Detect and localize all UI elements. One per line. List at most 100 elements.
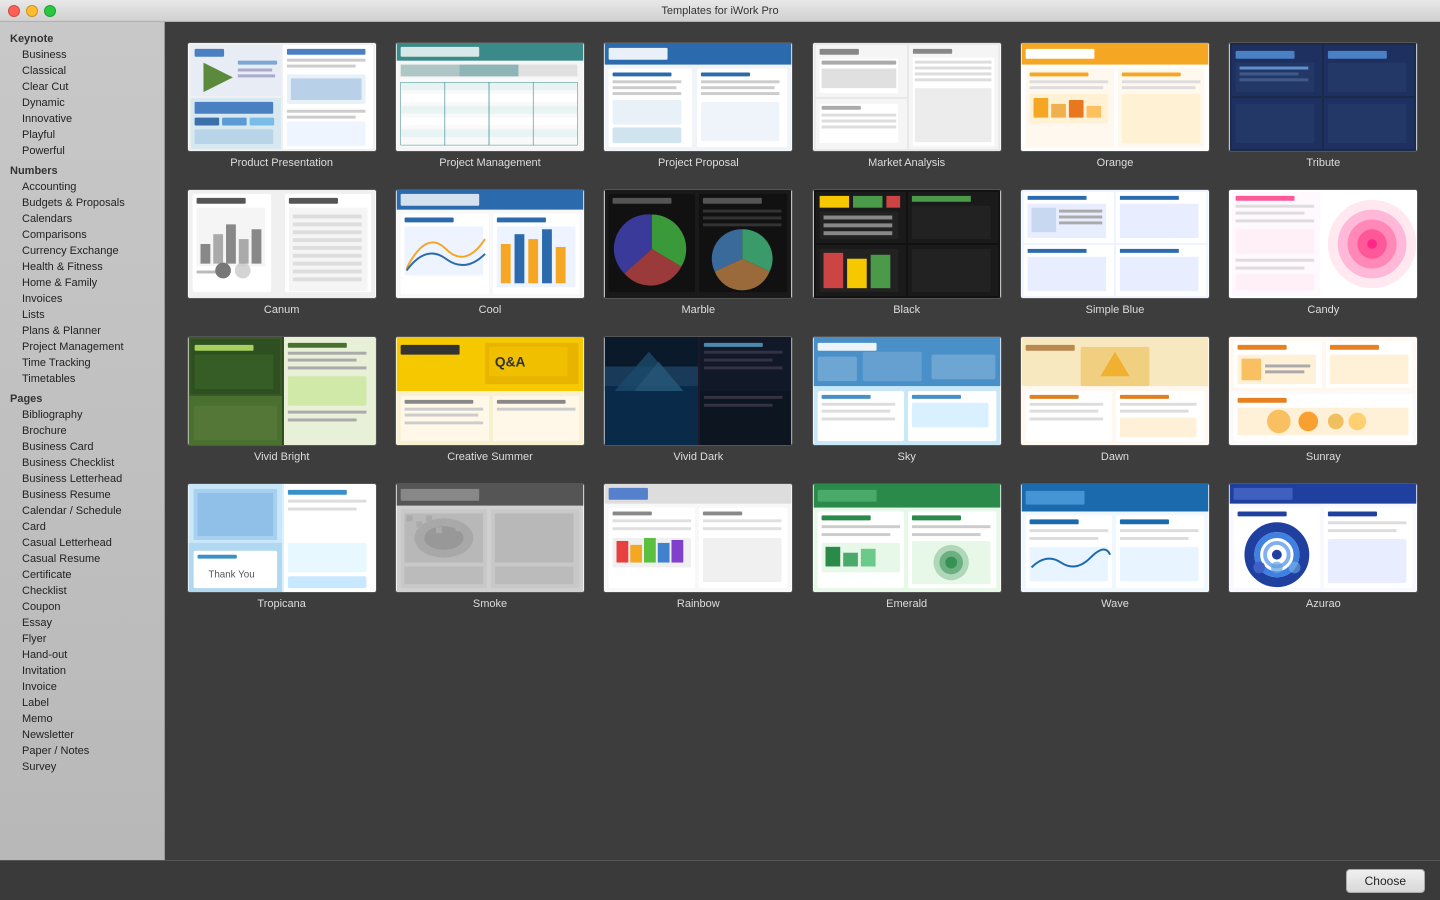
sidebar-item[interactable]: Casual Resume bbox=[0, 551, 164, 567]
template-item[interactable]: Canum bbox=[185, 189, 378, 316]
template-thumbnail bbox=[1228, 483, 1418, 593]
template-item[interactable]: Marble bbox=[602, 189, 795, 316]
sidebar-item[interactable]: Memo bbox=[0, 711, 164, 727]
sidebar-item[interactable]: Budgets & Proposals bbox=[0, 195, 164, 211]
template-name: Market Analysis bbox=[868, 157, 945, 169]
sidebar-item[interactable]: Paper / Notes bbox=[0, 743, 164, 759]
sidebar-item[interactable]: Certificate bbox=[0, 567, 164, 583]
template-item[interactable]: Project Proposal bbox=[602, 42, 795, 169]
template-item[interactable]: Azurao bbox=[1227, 483, 1420, 610]
template-name: Vivid Dark bbox=[673, 451, 723, 463]
sidebar-item[interactable]: Label bbox=[0, 695, 164, 711]
template-thumbnail bbox=[1228, 189, 1418, 299]
choose-button[interactable]: Choose bbox=[1346, 869, 1425, 893]
template-name: Dawn bbox=[1101, 451, 1129, 463]
template-name: Canum bbox=[264, 304, 299, 316]
template-item[interactable]: Smoke bbox=[393, 483, 586, 610]
template-item[interactable]: Thank You Tropicana bbox=[185, 483, 378, 610]
sidebar-item[interactable]: Flyer bbox=[0, 631, 164, 647]
sidebar: KeynoteBusinessClassicalClear CutDynamic… bbox=[0, 22, 165, 860]
template-thumbnail bbox=[812, 189, 1002, 299]
sidebar-item[interactable]: Classical bbox=[0, 63, 164, 79]
close-button[interactable] bbox=[8, 5, 20, 17]
template-item[interactable]: Candy bbox=[1227, 189, 1420, 316]
window-title: Templates for iWork Pro bbox=[661, 5, 778, 17]
template-thumbnail bbox=[603, 42, 793, 152]
template-name: Sky bbox=[897, 451, 915, 463]
template-item[interactable]: Cool bbox=[393, 189, 586, 316]
sidebar-item[interactable]: Lists bbox=[0, 307, 164, 323]
template-item[interactable]: Q&A Creative Summer bbox=[393, 336, 586, 463]
content-area: Product Presentation Project Management bbox=[165, 22, 1440, 860]
sidebar-item[interactable]: Hand-out bbox=[0, 647, 164, 663]
sidebar-item[interactable]: Calendars bbox=[0, 211, 164, 227]
sidebar-item[interactable]: Bibliography bbox=[0, 407, 164, 423]
sidebar-item[interactable]: Accounting bbox=[0, 179, 164, 195]
template-item[interactable]: Simple Blue bbox=[1018, 189, 1211, 316]
template-thumbnail bbox=[187, 42, 377, 152]
template-name: Tribute bbox=[1306, 157, 1340, 169]
sidebar-item[interactable]: Invitation bbox=[0, 663, 164, 679]
sidebar-item[interactable]: Invoices bbox=[0, 291, 164, 307]
template-thumbnail bbox=[395, 42, 585, 152]
template-name: Azurao bbox=[1306, 598, 1341, 610]
sidebar-item[interactable]: Business Resume bbox=[0, 487, 164, 503]
template-item[interactable]: Tribute bbox=[1227, 42, 1420, 169]
sidebar-item[interactable]: Brochure bbox=[0, 423, 164, 439]
template-name: Wave bbox=[1101, 598, 1129, 610]
template-item[interactable]: Wave bbox=[1018, 483, 1211, 610]
title-bar: Templates for iWork Pro bbox=[0, 0, 1440, 22]
sidebar-item[interactable]: Checklist bbox=[0, 583, 164, 599]
sidebar-item[interactable]: Home & Family bbox=[0, 275, 164, 291]
sidebar-item[interactable]: Invoice bbox=[0, 679, 164, 695]
sidebar-item[interactable]: Timetables bbox=[0, 371, 164, 387]
sidebar-item[interactable]: Playful bbox=[0, 127, 164, 143]
template-item[interactable]: Sunray bbox=[1227, 336, 1420, 463]
template-item[interactable]: Rainbow bbox=[602, 483, 795, 610]
sidebar-item[interactable]: Business Card bbox=[0, 439, 164, 455]
sidebar-item[interactable]: Business bbox=[0, 47, 164, 63]
sidebar-item[interactable]: Currency Exchange bbox=[0, 243, 164, 259]
maximize-button[interactable] bbox=[44, 5, 56, 17]
template-item[interactable]: Vivid Dark bbox=[602, 336, 795, 463]
sidebar-item[interactable]: Newsletter bbox=[0, 727, 164, 743]
sidebar-item[interactable]: Coupon bbox=[0, 599, 164, 615]
minimize-button[interactable] bbox=[26, 5, 38, 17]
templates-grid: Product Presentation Project Management bbox=[185, 42, 1420, 610]
sidebar-item[interactable]: Plans & Planner bbox=[0, 323, 164, 339]
sidebar-item[interactable]: Dynamic bbox=[0, 95, 164, 111]
sidebar-item[interactable]: Innovative bbox=[0, 111, 164, 127]
template-name: Simple Blue bbox=[1086, 304, 1145, 316]
sidebar-item[interactable]: Powerful bbox=[0, 143, 164, 159]
template-item[interactable]: Dawn bbox=[1018, 336, 1211, 463]
template-thumbnail bbox=[1020, 483, 1210, 593]
template-item[interactable]: Project Management bbox=[393, 42, 586, 169]
template-item[interactable]: Black bbox=[810, 189, 1003, 316]
template-thumbnail bbox=[187, 336, 377, 446]
template-name: Emerald bbox=[886, 598, 927, 610]
sidebar-item[interactable]: Calendar / Schedule bbox=[0, 503, 164, 519]
template-thumbnail bbox=[812, 336, 1002, 446]
template-item[interactable]: Emerald bbox=[810, 483, 1003, 610]
sidebar-item[interactable]: Casual Letterhead bbox=[0, 535, 164, 551]
template-item[interactable]: Product Presentation bbox=[185, 42, 378, 169]
sidebar-item[interactable]: Card bbox=[0, 519, 164, 535]
sidebar-item[interactable]: Business Checklist bbox=[0, 455, 164, 471]
template-name: Black bbox=[893, 304, 920, 316]
template-name: Rainbow bbox=[677, 598, 720, 610]
sidebar-item[interactable]: Clear Cut bbox=[0, 79, 164, 95]
template-item[interactable]: Sky bbox=[810, 336, 1003, 463]
sidebar-item[interactable]: Project Management bbox=[0, 339, 164, 355]
sidebar-section-header: Pages bbox=[0, 387, 164, 407]
sidebar-item[interactable]: Time Tracking bbox=[0, 355, 164, 371]
template-item[interactable]: Orange bbox=[1018, 42, 1211, 169]
sidebar-item[interactable]: Survey bbox=[0, 759, 164, 775]
template-name: Vivid Bright bbox=[254, 451, 309, 463]
sidebar-item[interactable]: Comparisons bbox=[0, 227, 164, 243]
template-item[interactable]: Vivid Bright bbox=[185, 336, 378, 463]
sidebar-item[interactable]: Essay bbox=[0, 615, 164, 631]
sidebar-item[interactable]: Business Letterhead bbox=[0, 471, 164, 487]
bottom-bar: Choose bbox=[0, 860, 1440, 900]
sidebar-item[interactable]: Health & Fitness bbox=[0, 259, 164, 275]
template-item[interactable]: Market Analysis bbox=[810, 42, 1003, 169]
